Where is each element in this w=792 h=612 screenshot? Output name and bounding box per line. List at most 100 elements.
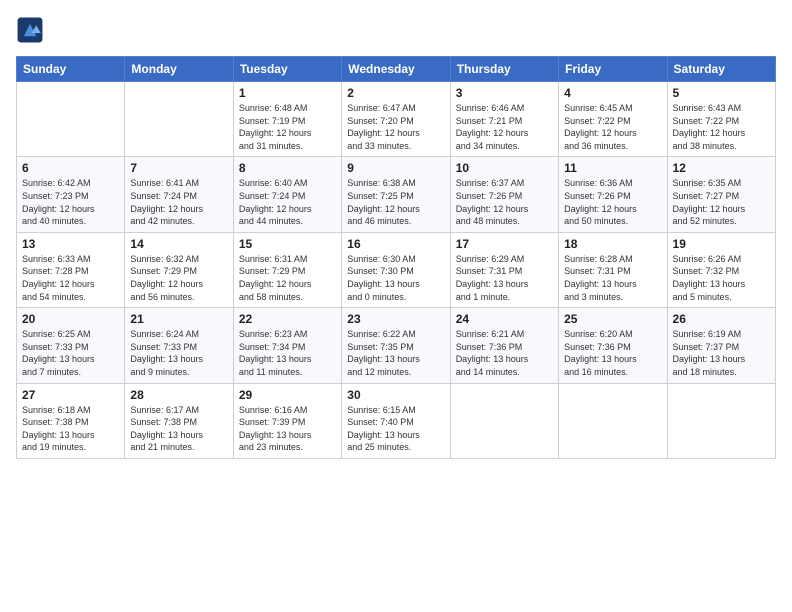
day-info: Sunrise: 6:41 AM Sunset: 7:24 PM Dayligh… (130, 177, 227, 227)
day-header-saturday: Saturday (667, 57, 775, 82)
calendar-cell (125, 82, 233, 157)
day-number: 7 (130, 161, 227, 175)
day-header-monday: Monday (125, 57, 233, 82)
calendar-cell: 28 Sunrise: 6:17 AM Sunset: 7:38 PM Dayli… (125, 383, 233, 458)
calendar-cell: 10 Sunrise: 6:37 AM Sunset: 7:26 PM Dayli… (450, 157, 558, 232)
day-number: 15 (239, 237, 336, 251)
calendar-cell: 30 Sunrise: 6:15 AM Sunset: 7:40 PM Dayli… (342, 383, 450, 458)
day-info: Sunrise: 6:21 AM Sunset: 7:36 PM Dayligh… (456, 328, 553, 378)
calendar-cell: 6Sunrise: 6:42 AM Sunset: 7:23 PM Daylig… (17, 157, 125, 232)
day-number: 22 (239, 312, 336, 326)
day-info: Sunrise: 6:23 AM Sunset: 7:34 PM Dayligh… (239, 328, 336, 378)
calendar-cell: 22 Sunrise: 6:23 AM Sunset: 7:34 PM Dayli… (233, 308, 341, 383)
calendar-cell: 19Sunrise: 6:26 AM Sunset: 7:32 PM Dayli… (667, 232, 775, 307)
calendar-cell: 15 Sunrise: 6:31 AM Sunset: 7:29 PM Dayli… (233, 232, 341, 307)
calendar-cell: 13Sunrise: 6:33 AM Sunset: 7:28 PM Dayli… (17, 232, 125, 307)
calendar-cell: 24 Sunrise: 6:21 AM Sunset: 7:36 PM Dayli… (450, 308, 558, 383)
day-number: 16 (347, 237, 444, 251)
calendar-cell: 8 Sunrise: 6:40 AM Sunset: 7:24 PM Daylig… (233, 157, 341, 232)
calendar-week-3: 13Sunrise: 6:33 AM Sunset: 7:28 PM Dayli… (17, 232, 776, 307)
logo-icon (16, 16, 44, 44)
calendar-table: SundayMondayTuesdayWednesdayThursdayFrid… (16, 56, 776, 459)
day-header-sunday: Sunday (17, 57, 125, 82)
day-number: 30 (347, 388, 444, 402)
calendar-cell (17, 82, 125, 157)
calendar-week-4: 20 Sunrise: 6:25 AM Sunset: 7:33 PM Dayli… (17, 308, 776, 383)
day-header-friday: Friday (559, 57, 667, 82)
day-number: 29 (239, 388, 336, 402)
day-info: Sunrise: 6:17 AM Sunset: 7:38 PM Dayligh… (130, 404, 227, 454)
day-info: Sunrise: 6:20 AM Sunset: 7:36 PM Dayligh… (564, 328, 661, 378)
logo (16, 16, 48, 44)
day-number: 2 (347, 86, 444, 100)
day-info: Sunrise: 6:16 AM Sunset: 7:39 PM Dayligh… (239, 404, 336, 454)
calendar-cell: 25 Sunrise: 6:20 AM Sunset: 7:36 PM Dayli… (559, 308, 667, 383)
day-info: Sunrise: 6:36 AM Sunset: 7:26 PM Dayligh… (564, 177, 661, 227)
day-number: 26 (673, 312, 770, 326)
day-info: Sunrise: 6:15 AM Sunset: 7:40 PM Dayligh… (347, 404, 444, 454)
day-number: 6 (22, 161, 119, 175)
day-number: 3 (456, 86, 553, 100)
day-number: 18 (564, 237, 661, 251)
day-info: Sunrise: 6:29 AM Sunset: 7:31 PM Dayligh… (456, 253, 553, 303)
calendar-cell: 16 Sunrise: 6:30 AM Sunset: 7:30 PM Dayli… (342, 232, 450, 307)
day-info: Sunrise: 6:45 AM Sunset: 7:22 PM Dayligh… (564, 102, 661, 152)
calendar-cell: 11 Sunrise: 6:36 AM Sunset: 7:26 PM Dayli… (559, 157, 667, 232)
day-info: Sunrise: 6:32 AM Sunset: 7:29 PM Dayligh… (130, 253, 227, 303)
day-number: 27 (22, 388, 119, 402)
calendar-cell: 23 Sunrise: 6:22 AM Sunset: 7:35 PM Dayli… (342, 308, 450, 383)
day-number: 25 (564, 312, 661, 326)
day-number: 21 (130, 312, 227, 326)
calendar-cell (559, 383, 667, 458)
day-number: 24 (456, 312, 553, 326)
day-info: Sunrise: 6:22 AM Sunset: 7:35 PM Dayligh… (347, 328, 444, 378)
day-number: 5 (673, 86, 770, 100)
calendar-cell: 17 Sunrise: 6:29 AM Sunset: 7:31 PM Dayli… (450, 232, 558, 307)
calendar-week-5: 27 Sunrise: 6:18 AM Sunset: 7:38 PM Dayli… (17, 383, 776, 458)
calendar-cell: 9 Sunrise: 6:38 AM Sunset: 7:25 PM Daylig… (342, 157, 450, 232)
day-number: 4 (564, 86, 661, 100)
day-number: 1 (239, 86, 336, 100)
day-info: Sunrise: 6:30 AM Sunset: 7:30 PM Dayligh… (347, 253, 444, 303)
calendar-cell: 14Sunrise: 6:32 AM Sunset: 7:29 PM Dayli… (125, 232, 233, 307)
calendar-cell: 5 Sunrise: 6:43 AM Sunset: 7:22 PM Daylig… (667, 82, 775, 157)
calendar-cell: 18 Sunrise: 6:28 AM Sunset: 7:31 PM Dayli… (559, 232, 667, 307)
day-info: Sunrise: 6:43 AM Sunset: 7:22 PM Dayligh… (673, 102, 770, 152)
day-info: Sunrise: 6:31 AM Sunset: 7:29 PM Dayligh… (239, 253, 336, 303)
day-info: Sunrise: 6:47 AM Sunset: 7:20 PM Dayligh… (347, 102, 444, 152)
day-header-thursday: Thursday (450, 57, 558, 82)
day-info: Sunrise: 6:40 AM Sunset: 7:24 PM Dayligh… (239, 177, 336, 227)
day-info: Sunrise: 6:37 AM Sunset: 7:26 PM Dayligh… (456, 177, 553, 227)
day-number: 20 (22, 312, 119, 326)
calendar-cell: 20 Sunrise: 6:25 AM Sunset: 7:33 PM Dayli… (17, 308, 125, 383)
calendar-cell (450, 383, 558, 458)
calendar-cell: 27 Sunrise: 6:18 AM Sunset: 7:38 PM Dayli… (17, 383, 125, 458)
day-info: Sunrise: 6:38 AM Sunset: 7:25 PM Dayligh… (347, 177, 444, 227)
day-number: 12 (673, 161, 770, 175)
calendar-cell: 7 Sunrise: 6:41 AM Sunset: 7:24 PM Daylig… (125, 157, 233, 232)
day-info: Sunrise: 6:24 AM Sunset: 7:33 PM Dayligh… (130, 328, 227, 378)
day-info: Sunrise: 6:25 AM Sunset: 7:33 PM Dayligh… (22, 328, 119, 378)
day-number: 11 (564, 161, 661, 175)
calendar-cell: 12Sunrise: 6:35 AM Sunset: 7:27 PM Dayli… (667, 157, 775, 232)
calendar-cell: 21 Sunrise: 6:24 AM Sunset: 7:33 PM Dayli… (125, 308, 233, 383)
day-number: 10 (456, 161, 553, 175)
calendar-week-1: 1 Sunrise: 6:48 AM Sunset: 7:19 PM Daylig… (17, 82, 776, 157)
day-info: Sunrise: 6:18 AM Sunset: 7:38 PM Dayligh… (22, 404, 119, 454)
day-info: Sunrise: 6:26 AM Sunset: 7:32 PM Dayligh… (673, 253, 770, 303)
day-info: Sunrise: 6:48 AM Sunset: 7:19 PM Dayligh… (239, 102, 336, 152)
day-number: 23 (347, 312, 444, 326)
page-header (16, 16, 776, 44)
day-number: 8 (239, 161, 336, 175)
day-number: 17 (456, 237, 553, 251)
day-number: 9 (347, 161, 444, 175)
calendar-cell: 4 Sunrise: 6:45 AM Sunset: 7:22 PM Daylig… (559, 82, 667, 157)
calendar-cell (667, 383, 775, 458)
day-number: 13 (22, 237, 119, 251)
calendar-cell: 3Sunrise: 6:46 AM Sunset: 7:21 PM Daylig… (450, 82, 558, 157)
calendar-cell: 1 Sunrise: 6:48 AM Sunset: 7:19 PM Daylig… (233, 82, 341, 157)
day-number: 28 (130, 388, 227, 402)
calendar-cell: 26Sunrise: 6:19 AM Sunset: 7:37 PM Dayli… (667, 308, 775, 383)
calendar-cell: 29 Sunrise: 6:16 AM Sunset: 7:39 PM Dayli… (233, 383, 341, 458)
day-info: Sunrise: 6:28 AM Sunset: 7:31 PM Dayligh… (564, 253, 661, 303)
